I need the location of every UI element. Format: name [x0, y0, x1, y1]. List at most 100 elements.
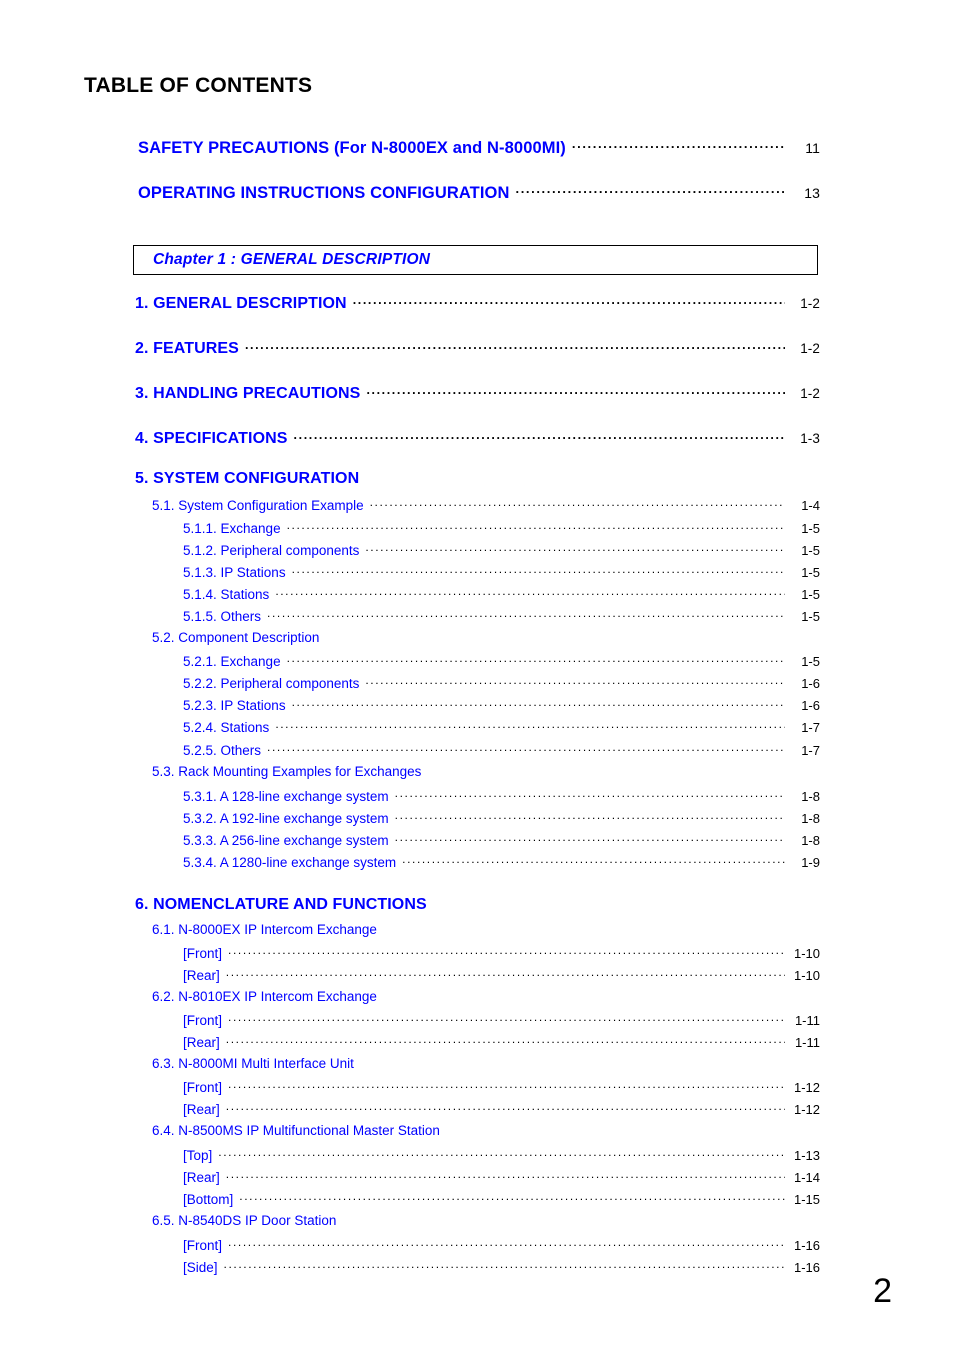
- toc-entry-level-3[interactable]: 5.2.3. IP Stations 1-6: [183, 696, 820, 713]
- toc-entry-level-1[interactable]: 2. FEATURES 1-2: [135, 337, 820, 358]
- toc-entry-level-3[interactable]: [Bottom] 1-15: [183, 1190, 820, 1207]
- toc-entry-label: 6.2. N-8010EX IP Intercom Exchange: [152, 989, 377, 1004]
- toc-leader-dots: [228, 1011, 785, 1025]
- toc-entry-page-number: 1-15: [793, 1191, 820, 1207]
- toc-entry-label: [Rear]: [183, 1101, 220, 1117]
- toc-entry-level-3[interactable]: [Front] 1-12: [183, 1078, 820, 1095]
- toc-entry-page-number: 1-5: [801, 542, 820, 558]
- toc-leader-dots: [239, 1190, 785, 1204]
- toc-entry-level-3[interactable]: [Rear] 1-12: [183, 1100, 820, 1117]
- toc-entry-label: 5.2. Component Description: [152, 630, 320, 645]
- toc-entry-level-3[interactable]: [Rear] 1-14: [183, 1168, 820, 1185]
- toc-entry-label: 5.1. System Configuration Example: [152, 497, 364, 513]
- toc-entry-front-matter[interactable]: SAFETY PRECAUTIONS (For N-8000EX and N-8…: [138, 136, 820, 158]
- toc-entry-level-3[interactable]: 5.1.3. IP Stations 1-5: [183, 563, 820, 580]
- toc-entry-page-number: 1-2: [800, 296, 820, 311]
- toc-entry-label: 6.4. N-8500MS IP Multifunctional Master …: [152, 1123, 440, 1138]
- toc-entry-page-number: 1-6: [801, 697, 820, 713]
- toc-entry-page-number: 1-16: [793, 1237, 820, 1253]
- toc-entry-front-matter[interactable]: OPERATING INSTRUCTIONS CONFIGURATION 13: [138, 181, 820, 203]
- toc-entry-level-3[interactable]: 5.2.1. Exchange 1-5: [183, 652, 820, 669]
- toc-page: TABLE OF CONTENTS SAFETY PRECAUTIONS (Fo…: [0, 0, 954, 1351]
- toc-entry-page-number: 1-5: [801, 608, 820, 624]
- toc-entry-page-number: 1-5: [801, 520, 820, 536]
- toc-entry-page-number: 1-8: [801, 810, 820, 826]
- toc-entry-level-1[interactable]: 5. SYSTEM CONFIGURATION: [135, 470, 359, 488]
- toc-entry-level-1[interactable]: 6. NOMENCLATURE AND FUNCTIONS: [135, 896, 427, 914]
- toc-entry-label: [Front]: [183, 945, 223, 961]
- toc-leader-dots: [287, 652, 785, 666]
- toc-leader-dots: [226, 1033, 785, 1047]
- toc-entry-page-number: 1-11: [794, 1034, 820, 1050]
- toc-entry-label: 1. GENERAL DESCRIPTION: [135, 295, 347, 312]
- toc-entry-label: 5.2.1. Exchange: [183, 653, 281, 669]
- toc-entry-level-3[interactable]: 5.2.5. Others 1-7: [183, 741, 820, 758]
- toc-entry-label: 5.3.3. A 256-line exchange system: [183, 832, 389, 848]
- toc-entry-level-3[interactable]: [Rear] 1-11: [183, 1033, 820, 1050]
- toc-entry-level-3[interactable]: [Front] 1-10: [183, 944, 820, 961]
- toc-entry-level-3[interactable]: [Rear] 1-10: [183, 966, 820, 983]
- toc-entry-level-3[interactable]: [Top] 1-13: [183, 1146, 820, 1163]
- toc-entry-page-number: 11: [805, 139, 820, 156]
- toc-entry-level-1[interactable]: 4. SPECIFICATIONS 1-3: [135, 427, 820, 448]
- page-number: 2: [873, 1272, 892, 1310]
- toc-entry-level-3[interactable]: 5.1.1. Exchange 1-5: [183, 519, 820, 536]
- toc-entry-level-2[interactable]: 5.3. Rack Mounting Examples for Exchange…: [152, 764, 421, 779]
- toc-entry-level-2[interactable]: 6.2. N-8010EX IP Intercom Exchange: [152, 989, 377, 1004]
- toc-entry-level-2[interactable]: 6.4. N-8500MS IP Multifunctional Master …: [152, 1123, 440, 1138]
- toc-entry-page-number: 1-9: [801, 854, 820, 870]
- toc-entry-label: 6.3. N-8000MI Multi Interface Unit: [152, 1056, 354, 1071]
- toc-entry-label: [Rear]: [183, 1034, 220, 1050]
- toc-entry-level-3[interactable]: 5.3.1. A 128-line exchange system 1-8: [183, 787, 820, 804]
- toc-entry-level-2[interactable]: 5.1. System Configuration Example 1-4: [152, 496, 820, 513]
- toc-entry-level-3[interactable]: 5.2.4. Stations 1-7: [183, 718, 820, 735]
- toc-entry-label: 5.2.5. Others: [183, 742, 262, 758]
- toc-leader-dots: [395, 831, 785, 845]
- toc-entry-label: 5.3.1. A 128-line exchange system: [183, 788, 389, 804]
- toc-entry-label: 5.3. Rack Mounting Examples for Exchange…: [152, 764, 422, 779]
- toc-entry-label: [Side]: [183, 1259, 218, 1275]
- toc-entry-label: [Front]: [183, 1237, 223, 1253]
- toc-leader-dots: [224, 1258, 785, 1272]
- toc-entry-level-3[interactable]: 5.1.5. Others 1-5: [183, 607, 820, 624]
- toc-entry-label: [Front]: [183, 1079, 223, 1095]
- toc-leader-dots: [228, 1078, 785, 1092]
- toc-entry-level-2[interactable]: 6.5. N-8540DS IP Door Station: [152, 1213, 336, 1228]
- toc-entry-label: 5.1.2. Peripheral components: [183, 542, 360, 558]
- toc-entry-level-3[interactable]: 5.3.3. A 256-line exchange system 1-8: [183, 831, 820, 848]
- toc-entry-page-number: 1-7: [801, 742, 820, 758]
- toc-entry-page-number: 1-3: [800, 431, 820, 446]
- toc-entry-level-3[interactable]: 5.3.2. A 192-line exchange system 1-8: [183, 809, 820, 826]
- toc-entry-level-3[interactable]: [Front] 1-11: [183, 1011, 820, 1028]
- toc-entry-level-3[interactable]: [Front] 1-16: [183, 1236, 820, 1253]
- toc-entry-page-number: 1-13: [793, 1147, 820, 1163]
- toc-entry-page-number: 1-5: [801, 653, 820, 669]
- toc-entry-level-3[interactable]: 5.2.2. Peripheral components 1-6: [183, 674, 820, 691]
- toc-entry-label: [Rear]: [183, 967, 220, 983]
- chapter-banner: Chapter 1 : GENERAL DESCRIPTION: [133, 245, 818, 275]
- toc-entry-level-3[interactable]: [Side] 1-16: [183, 1258, 820, 1275]
- toc-entry-page-number: 1-5: [801, 586, 820, 602]
- toc-leader-dots: [366, 382, 785, 398]
- toc-leader-dots: [228, 944, 785, 958]
- toc-entry-label: 5.1.4. Stations: [183, 586, 270, 602]
- toc-leader-dots: [226, 1100, 785, 1114]
- toc-leader-dots: [267, 741, 785, 755]
- toc-entry-page-number: 1-10: [793, 967, 820, 983]
- toc-leader-dots: [365, 541, 785, 555]
- toc-entry-level-2[interactable]: 5.2. Component Description: [152, 630, 319, 645]
- toc-leader-dots: [572, 136, 785, 153]
- toc-entry-level-2[interactable]: 6.1. N-8000EX IP Intercom Exchange: [152, 922, 377, 937]
- toc-entry-page-number: 1-10: [793, 945, 820, 961]
- toc-entry-level-3[interactable]: 5.1.4. Stations 1-5: [183, 585, 820, 602]
- toc-entry-level-3[interactable]: 5.3.4. A 1280-line exchange system 1-9: [183, 853, 820, 870]
- toc-entry-level-3[interactable]: 5.1.2. Peripheral components 1-5: [183, 541, 820, 558]
- toc-entry-level-1[interactable]: 1. GENERAL DESCRIPTION 1-2: [135, 292, 820, 313]
- toc-entry-level-2[interactable]: 6.3. N-8000MI Multi Interface Unit: [152, 1056, 354, 1071]
- toc-entry-level-1[interactable]: 3. HANDLING PRECAUTIONS 1-2: [135, 382, 820, 403]
- toc-entry-label: 6. NOMENCLATURE AND FUNCTIONS: [135, 896, 427, 913]
- toc-entry-label: [Bottom]: [183, 1191, 234, 1207]
- toc-entry-label: [Rear]: [183, 1169, 220, 1185]
- toc-leader-dots: [370, 496, 785, 510]
- toc-entry-label: 5.3.2. A 192-line exchange system: [183, 810, 389, 826]
